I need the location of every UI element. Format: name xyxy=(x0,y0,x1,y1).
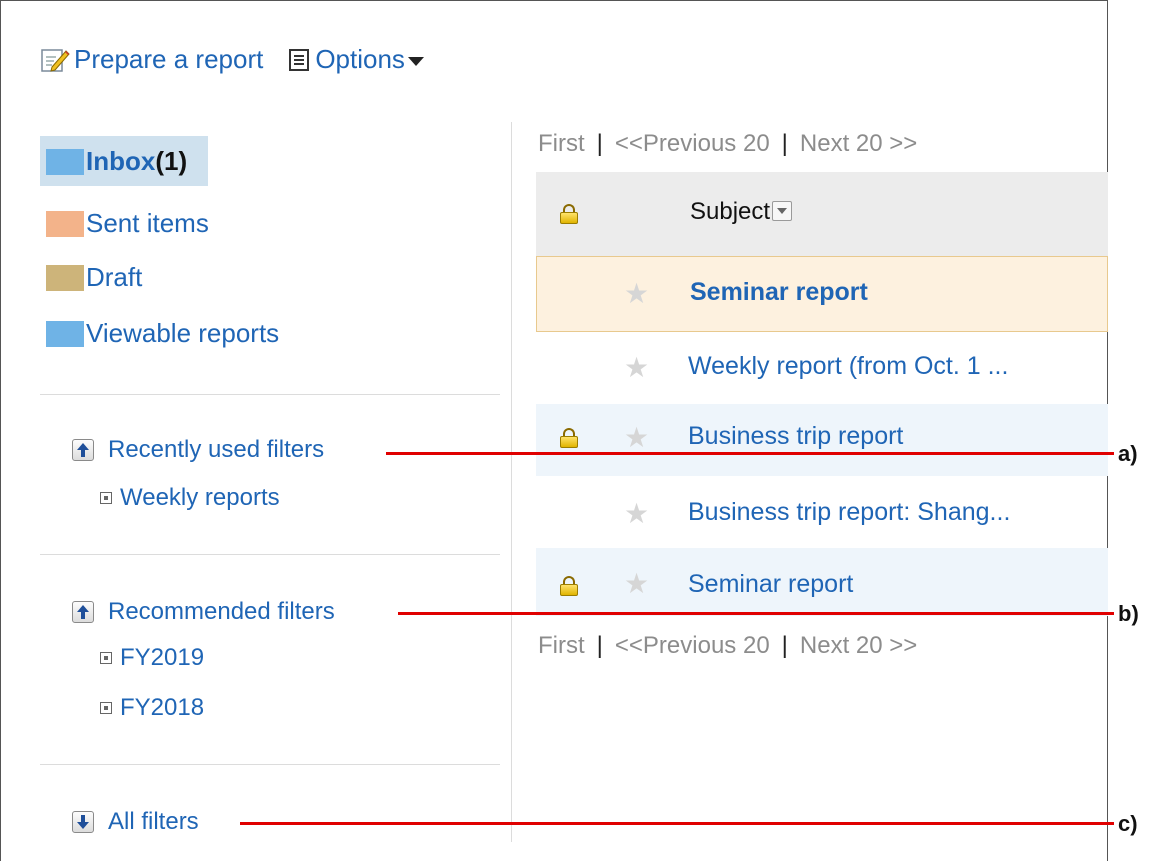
filter-fy2019-label: FY2019 xyxy=(120,644,205,671)
expand-down-icon[interactable] xyxy=(72,811,94,833)
filter-weekly-reports[interactable]: Weekly reports xyxy=(100,484,280,512)
star-icon[interactable]: ★ xyxy=(624,570,649,598)
divider xyxy=(40,764,500,765)
filter-fy2018[interactable]: FY2018 xyxy=(100,694,204,722)
all-filters-toggle[interactable]: All filters xyxy=(72,808,199,836)
folder-viewable-reports[interactable]: Viewable reports xyxy=(46,318,279,349)
star-icon[interactable]: ★ xyxy=(624,500,649,528)
subject-header-label: Subject xyxy=(690,198,771,225)
list-header xyxy=(536,172,1108,256)
pager-previous[interactable]: <<Previous 20 xyxy=(615,130,770,157)
collapse-up-icon[interactable] xyxy=(72,601,94,623)
folder-inbox-label: Inbox xyxy=(86,146,156,176)
sort-dropdown-icon[interactable] xyxy=(772,201,793,221)
divider xyxy=(40,394,500,395)
folder-icon xyxy=(46,264,84,291)
folder-inbox-count: (1) xyxy=(155,146,188,176)
options-label: Options xyxy=(315,44,405,74)
recommended-filters-label: Recommended filters xyxy=(108,598,335,625)
row-subject[interactable]: Seminar report xyxy=(688,570,853,599)
folder-inbox[interactable]: Inbox (1) xyxy=(46,146,187,177)
pager-next[interactable]: Next 20 >> xyxy=(800,130,917,157)
folder-draft[interactable]: Draft xyxy=(46,262,142,293)
pager-bottom: First | <<Previous 20 | Next 20 >> xyxy=(538,632,918,659)
callout-line-b xyxy=(398,612,1114,615)
row-subject[interactable]: Seminar report xyxy=(690,278,868,307)
folder-icon xyxy=(46,210,84,237)
pager-first[interactable]: First xyxy=(538,632,585,659)
row-subject[interactable]: Business trip report: Shang... xyxy=(688,498,1010,527)
callout-label-c: c) xyxy=(1118,811,1138,836)
star-icon[interactable]: ★ xyxy=(624,280,649,308)
pager-next[interactable]: Next 20 >> xyxy=(800,632,917,659)
subject-column-header[interactable]: Subject xyxy=(690,198,793,226)
chevron-down-icon xyxy=(407,56,424,66)
filter-bullet-icon xyxy=(100,492,112,504)
callout-line-c xyxy=(240,822,1114,825)
star-icon[interactable]: ★ xyxy=(624,354,649,382)
filter-bullet-icon xyxy=(100,652,112,664)
recommended-filters-toggle[interactable]: Recommended filters xyxy=(72,598,335,626)
folder-icon xyxy=(46,320,84,347)
prepare-report-label: Prepare a report xyxy=(74,44,264,74)
pencil-document-icon xyxy=(40,47,70,73)
row-subject[interactable]: Business trip report xyxy=(688,422,903,451)
folder-sent-items[interactable]: Sent items xyxy=(46,208,209,239)
pager-first[interactable]: First xyxy=(538,130,585,157)
toolbar: Prepare a report Options xyxy=(40,44,424,75)
filter-fy2018-label: FY2018 xyxy=(120,694,205,721)
all-filters-label: All filters xyxy=(108,808,199,835)
callout-label-b: b) xyxy=(1118,601,1139,626)
filter-weekly-reports-label: Weekly reports xyxy=(120,484,280,511)
filter-bullet-icon xyxy=(100,702,112,714)
pane-divider xyxy=(511,122,512,842)
lock-icon xyxy=(560,428,578,448)
callout-label-a: a) xyxy=(1118,441,1138,466)
star-icon[interactable]: ★ xyxy=(624,424,649,452)
filter-fy2019[interactable]: FY2019 xyxy=(100,644,204,672)
folder-sent-items-label: Sent items xyxy=(86,208,209,238)
callout-line-a xyxy=(386,452,1114,455)
recently-used-filters-label: Recently used filters xyxy=(108,436,325,463)
divider xyxy=(40,554,500,555)
pager-previous[interactable]: <<Previous 20 xyxy=(615,632,770,659)
folder-draft-label: Draft xyxy=(86,262,143,292)
row-subject[interactable]: Weekly report (from Oct. 1 ... xyxy=(688,352,1008,381)
prepare-report-link[interactable]: Prepare a report xyxy=(40,44,263,75)
recently-used-filters-toggle[interactable]: Recently used filters xyxy=(72,436,324,464)
collapse-up-icon[interactable] xyxy=(72,439,94,461)
options-menu[interactable]: Options xyxy=(289,44,424,75)
lock-icon xyxy=(560,204,578,224)
list-icon xyxy=(289,48,310,71)
folder-viewable-reports-label: Viewable reports xyxy=(86,318,280,348)
lock-icon xyxy=(560,576,578,596)
pager-top: First | <<Previous 20 | Next 20 >> xyxy=(538,130,918,157)
folder-icon xyxy=(46,148,84,175)
